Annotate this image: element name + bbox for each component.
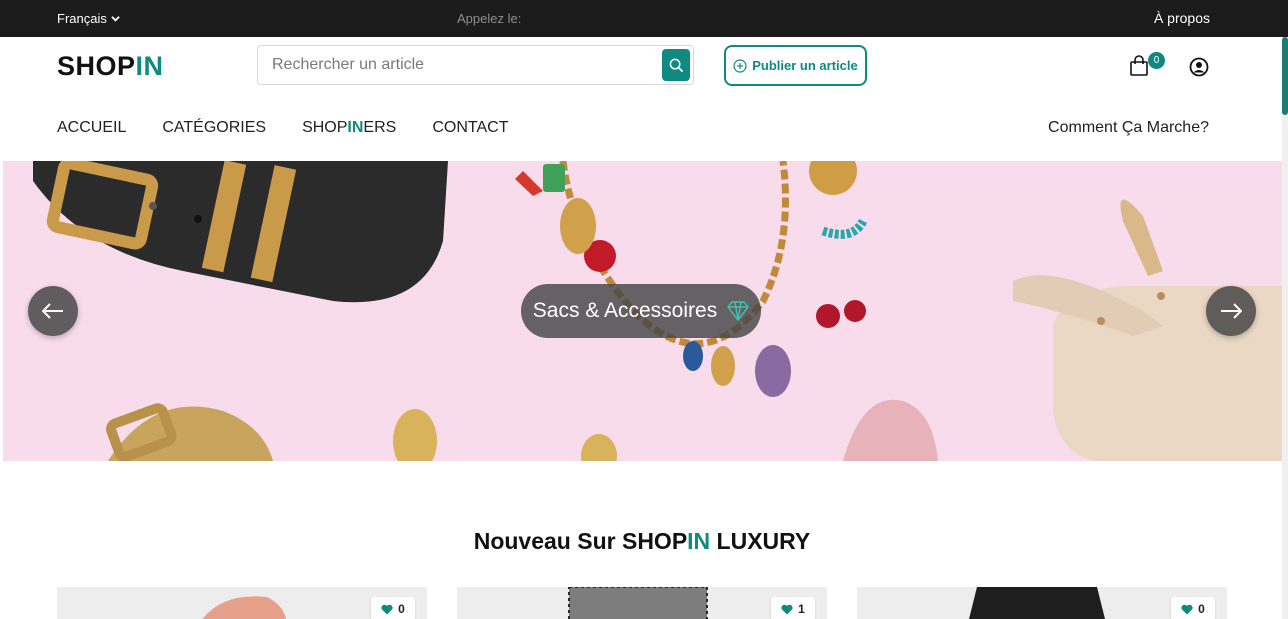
language-label: Français <box>57 11 107 26</box>
publish-article-button[interactable]: Publier un article <box>724 45 867 86</box>
hero-category-title[interactable]: Sacs & Accessoires <box>521 284 761 338</box>
nav-contact[interactable]: CONTACT <box>432 119 508 137</box>
section-title-brand-accent: IN <box>687 528 711 554</box>
heart-icon <box>381 604 393 614</box>
shopping-bag-icon <box>1130 55 1148 76</box>
arrow-right-icon <box>1221 303 1242 319</box>
logo-accent: IN <box>135 51 164 81</box>
about-link[interactable]: À propos <box>1154 10 1210 26</box>
nav-shopiners-accent: IN <box>347 119 364 136</box>
diamond-icon <box>727 301 750 321</box>
search-icon <box>669 58 683 72</box>
logo[interactable]: SHOPIN <box>57 51 164 82</box>
carousel-next-button[interactable] <box>1206 286 1256 336</box>
carousel-prev-button[interactable] <box>28 286 78 336</box>
product-card[interactable]: 1 <box>457 587 827 619</box>
like-button[interactable]: 1 <box>771 597 815 619</box>
like-count: 1 <box>798 602 805 616</box>
nav-shopiners-pre: SHOP <box>302 119 348 136</box>
hero-carousel: Sacs & Accessoires <box>3 161 1282 461</box>
user-circle-icon <box>1189 57 1209 77</box>
plus-circle-icon <box>733 58 747 73</box>
logo-main: SHOP <box>57 51 136 81</box>
like-count: 0 <box>1198 602 1205 616</box>
search-button[interactable] <box>662 49 690 81</box>
like-button[interactable]: 0 <box>371 597 415 619</box>
main-nav: ACCUEIL CATÉGORIES SHOPINERS CONTACT <box>57 119 508 137</box>
like-count: 0 <box>398 602 405 616</box>
phone-label: Appelez le: <box>457 11 522 26</box>
page: Français Appelez le: À propos SHOPIN Pub… <box>0 0 1288 619</box>
how-it-works-link[interactable]: Comment Ça Marche? <box>1048 119 1209 137</box>
search-box <box>257 45 694 85</box>
chevron-down-icon <box>111 16 120 22</box>
nav-home[interactable]: ACCUEIL <box>57 119 126 137</box>
product-card[interactable]: 0 <box>57 587 427 619</box>
cart-button[interactable]: 0 <box>1129 52 1165 77</box>
section-title: Nouveau Sur SHOPIN LUXURY <box>0 528 1284 555</box>
hero-title-text: Sacs & Accessoires <box>532 299 718 322</box>
account-button[interactable] <box>1189 57 1209 77</box>
nav-categories[interactable]: CATÉGORIES <box>162 119 266 137</box>
cart-count-badge: 0 <box>1148 52 1165 69</box>
heart-icon <box>1181 604 1193 614</box>
scrollbar-thumb[interactable] <box>1282 37 1288 115</box>
arrow-left-icon <box>42 303 63 319</box>
nav-shopiners[interactable]: SHOPINERS <box>302 119 396 137</box>
section-title-pre: Nouveau Sur <box>473 528 622 554</box>
section-title-brand-main: SHOP <box>621 528 688 554</box>
top-bar: Français Appelez le: À propos <box>0 0 1288 37</box>
language-selector[interactable]: Français <box>57 11 120 26</box>
like-button[interactable]: 0 <box>1171 597 1215 619</box>
section-title-post: LUXURY <box>710 528 811 554</box>
product-card[interactable]: 0 <box>857 587 1227 619</box>
nav-shopiners-post: ERS <box>363 119 397 136</box>
page-scrollbar[interactable] <box>1282 37 1288 619</box>
search-input[interactable] <box>272 46 652 84</box>
header: SHOPIN Publier un article 0 ACCUEIL CATÉ… <box>0 37 1282 161</box>
publish-label: Publier un article <box>752 58 858 73</box>
heart-icon <box>781 604 793 614</box>
